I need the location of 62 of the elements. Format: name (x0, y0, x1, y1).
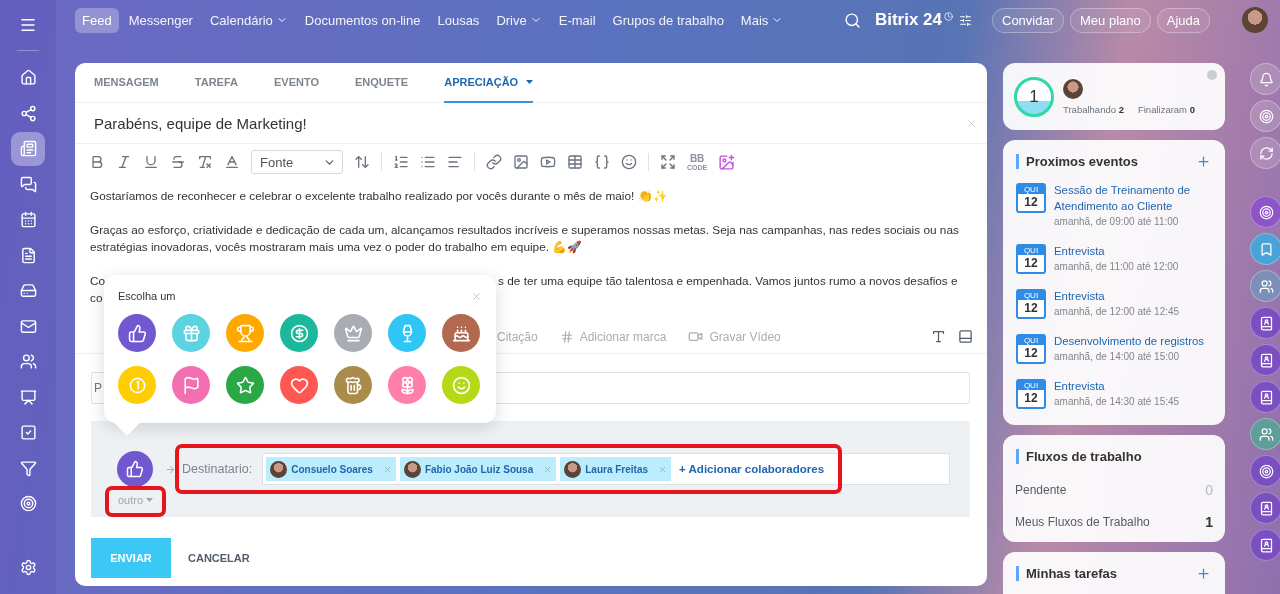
event-link[interactable]: Entrevista (1054, 378, 1180, 394)
workflow-label[interactable]: Pendente (1015, 483, 1067, 497)
body-text: s de ter uma equipe tão talentosa e empenhada. Vamos juntos rumo a novos desafios e (498, 273, 958, 290)
event-time: amanhã, de 14:30 até 15:45 (1054, 395, 1180, 409)
tool-button[interactable]: Adicionar marca (559, 329, 667, 344)
popup-title: Escolha um (118, 290, 176, 302)
nav-item[interactable]: Mais (733, 7, 791, 33)
cancel-button[interactable]: CANCELAR (182, 551, 256, 565)
workflow-count: 1 (1205, 514, 1213, 530)
event-time: amanhã, de 09:00 até 11:00 (1054, 215, 1180, 229)
recipient-chip[interactable]: Consuelo Soares (266, 457, 396, 481)
recipient-field[interactable]: Consuelo Soares Fabio João Luiz Sousa Laura Freitas + Adicionar colaboradores (262, 453, 950, 485)
nav-item[interactable]: Messenger (121, 7, 200, 33)
tool-button[interactable]: Gravar Vídeo (688, 329, 781, 344)
workflow-count: 0 (1205, 482, 1213, 498)
recipient-chip[interactable]: Fabio João Luiz Sousa (399, 457, 557, 481)
finished-stat: Finalizaram 0 (1137, 103, 1195, 115)
nav-item[interactable]: Lousas (430, 7, 487, 33)
card-title: Proximos eventos (1016, 154, 1196, 169)
nav-item[interactable]: Calendário (202, 7, 295, 33)
logo: Bitrix 24 (874, 10, 942, 30)
badge-type-dropdown[interactable]: outro (118, 494, 154, 506)
body-text: co (90, 290, 103, 307)
add-collaborators-link[interactable]: + Adicionar colaboradores (679, 463, 825, 475)
header-button[interactable]: Convidar (992, 7, 1065, 33)
composer-tab[interactable]: ENQUETE (355, 63, 409, 103)
event-link[interactable]: Sessão de Treinamento de Atendimento ao Cliente (1054, 182, 1213, 214)
working-stat: Trabalhando 2 (1063, 103, 1124, 115)
recipient-label: Destinatario: (182, 462, 253, 476)
event-link[interactable]: Desenvolvimento de registros (1054, 333, 1205, 349)
header-button[interactable]: Ajuda (1156, 7, 1210, 33)
body-text: Co (90, 273, 106, 290)
header-button[interactable]: Meu plano (1070, 7, 1151, 33)
composer-tab[interactable]: EVENTO (273, 63, 319, 103)
nav-item[interactable]: E-mail (551, 7, 603, 33)
nav-item[interactable]: Feed (75, 7, 119, 33)
card-title: Minhas tarefas (1016, 566, 1196, 581)
composer-tab[interactable]: MENSAGEM (94, 63, 159, 103)
calendar-date-icon: QUI 12 (1016, 289, 1046, 319)
body-text: estratégias inovadoras, vocês mostraram mais uma vez o poder do trabalho em equipe. 💪🚀 (90, 239, 583, 256)
body-text: Graças ao esforço, criatividade e dedicação de cada um, alcançamos resultados incríveis e superamos nossas metas. Seja nas campanhas, nas redes sociais ou nas (90, 222, 959, 239)
calendar-date-icon: QUI 12 (1016, 379, 1046, 409)
nav-item[interactable]: Documentos on-line (297, 7, 428, 33)
event-time: amanhã, de 12:00 até 12:45 (1054, 305, 1180, 319)
calendar-date-icon: QUI 12 (1016, 183, 1046, 213)
composer-tab[interactable]: APRECIAÇÃO (444, 63, 534, 103)
card-title: Fluxos de trabalho (1016, 449, 1211, 464)
nav-item[interactable]: Drive (489, 7, 549, 33)
event-link[interactable]: Entrevista (1054, 288, 1180, 304)
body-text: Gostaríamos de reconhecer e celebrar o excelente trabalho realizado por vocês durante o mês de maio! 👏✨ (90, 188, 668, 205)
event-link[interactable]: Entrevista (1054, 243, 1179, 259)
calendar-date-icon: QUI 12 (1016, 334, 1046, 364)
workflow-label[interactable]: Meus Fluxos de Trabalho (1015, 515, 1150, 529)
calendar-date-icon: QUI 12 (1016, 244, 1046, 274)
event-time: amanhã, de 11:00 até 12:00 (1054, 260, 1179, 274)
work-counter[interactable]: 1 (1014, 76, 1054, 117)
nav-item[interactable]: Grupos de trabalho (605, 7, 731, 33)
font-select[interactable]: Fonte (251, 150, 343, 174)
post-title[interactable]: Parabéns, equipe de Marketing! (94, 114, 966, 132)
recipient-chip[interactable]: Laura Freitas (560, 457, 672, 481)
event-time: amanhã, de 14:00 até 15:00 (1054, 350, 1181, 364)
composer-tab[interactable]: TAREFA (194, 63, 238, 103)
